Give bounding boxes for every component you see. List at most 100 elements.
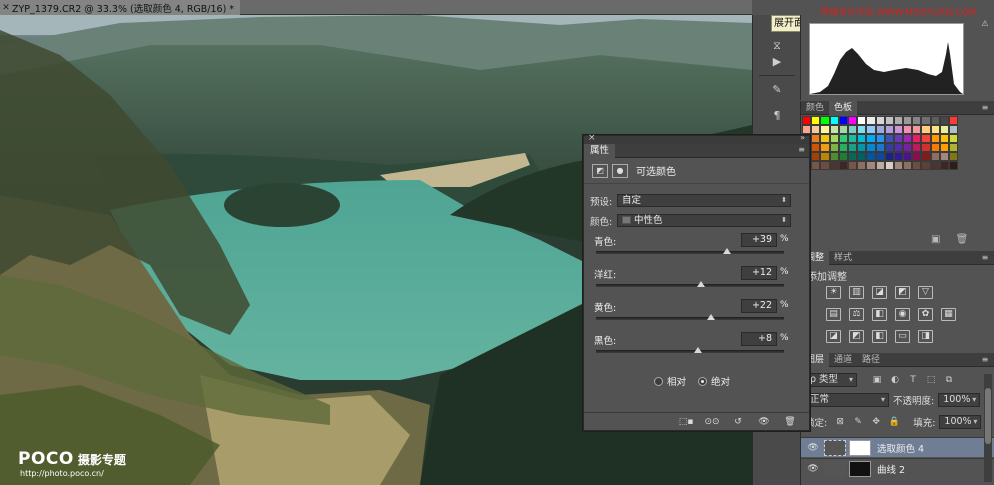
color-swatch[interactable]	[847, 125, 858, 134]
color-swatch[interactable]	[857, 161, 867, 170]
adjustment-icon[interactable]: ◩	[592, 163, 608, 178]
opacity-field[interactable]: 100%	[938, 393, 981, 407]
color-swatch[interactable]	[930, 116, 940, 125]
color-swatch[interactable]	[802, 116, 812, 125]
color-swatch[interactable]	[949, 116, 959, 125]
color-swatch[interactable]	[893, 152, 904, 161]
view-previous-icon[interactable]: ⊙⊙	[703, 415, 721, 429]
color-swatch[interactable]	[847, 143, 858, 152]
document-tab[interactable]: ✕ ZYP_1379.CR2 @ 33.3% (选取颜色 4, RGB/16) …	[0, 0, 240, 15]
panel-menu-icon[interactable]: ≡	[980, 253, 990, 263]
color-swatch[interactable]	[866, 161, 876, 170]
lock-transparent-icon[interactable]: ⊠	[834, 416, 846, 428]
slider-value-field[interactable]: +22	[741, 299, 777, 313]
color-swatch[interactable]	[820, 125, 830, 134]
collapse-icon[interactable]: »	[800, 133, 805, 142]
color-swatch[interactable]	[921, 143, 931, 152]
black-white-icon[interactable]: ◧	[872, 308, 887, 321]
new-swatch-icon[interactable]: ▣	[931, 234, 940, 245]
relative-radio[interactable]: 相对	[654, 374, 686, 388]
photo-filter-icon[interactable]: ◉	[895, 308, 910, 321]
slider-track[interactable]	[596, 281, 784, 287]
color-swatch[interactable]	[866, 152, 876, 161]
color-swatch[interactable]	[829, 134, 839, 143]
color-swatch[interactable]	[949, 152, 959, 161]
color-swatch[interactable]	[866, 125, 876, 134]
color-swatch[interactable]	[912, 161, 922, 170]
color-swatch[interactable]	[939, 143, 949, 152]
color-swatch[interactable]	[893, 161, 904, 170]
color-swatch[interactable]	[939, 161, 949, 170]
panel-menu-icon[interactable]: ≡	[980, 355, 990, 365]
color-swatch[interactable]	[829, 161, 839, 170]
color-swatch[interactable]	[838, 125, 848, 134]
color-swatch[interactable]	[921, 152, 931, 161]
color-swatch[interactable]	[939, 134, 949, 143]
color-swatch[interactable]	[875, 116, 885, 125]
exposure-icon[interactable]: ◩	[895, 286, 910, 299]
radio-indicator[interactable]	[654, 376, 663, 386]
color-balance-icon[interactable]: ⚖	[849, 308, 864, 321]
panel-menu-icon[interactable]: ≡	[980, 103, 990, 113]
color-swatch[interactable]	[930, 125, 940, 134]
color-swatch[interactable]	[847, 134, 858, 143]
slider-value-field[interactable]: +39	[741, 233, 777, 247]
brightness-icon[interactable]: ☀	[826, 286, 841, 299]
brush-icon[interactable]: ✎	[767, 83, 787, 97]
color-swatch[interactable]	[921, 125, 931, 134]
color-swatch[interactable]	[903, 134, 913, 143]
slider-value-field[interactable]: +8	[741, 332, 777, 346]
color-swatch[interactable]	[857, 143, 867, 152]
color-swatch[interactable]	[866, 134, 876, 143]
color-swatch[interactable]	[912, 152, 922, 161]
color-swatch[interactable]	[893, 125, 904, 134]
layer-row[interactable]: 👁 选取颜色 4	[801, 437, 994, 457]
slider-thumb[interactable]	[697, 281, 706, 287]
color-swatch[interactable]	[838, 152, 848, 161]
color-swatch[interactable]	[930, 134, 940, 143]
visibility-eye-icon[interactable]: 👁	[806, 464, 820, 474]
color-swatch[interactable]	[903, 116, 913, 125]
lock-all-icon[interactable]: 🔒	[888, 416, 900, 428]
tab-properties[interactable]: 属性	[584, 144, 616, 158]
color-swatch[interactable]	[829, 152, 839, 161]
color-swatch[interactable]	[857, 134, 867, 143]
color-swatch[interactable]	[829, 116, 839, 125]
vibrance-icon[interactable]: ▽	[918, 286, 933, 299]
posterize-icon[interactable]: ◩	[849, 330, 864, 343]
color-swatch[interactable]	[903, 125, 913, 134]
absolute-radio[interactable]: 绝对	[698, 374, 730, 388]
slider-track[interactable]	[596, 347, 784, 353]
color-swatch[interactable]	[921, 116, 931, 125]
selective-color-icon[interactable]: ◨	[918, 330, 933, 343]
color-swatch[interactable]	[875, 134, 885, 143]
color-swatch[interactable]	[811, 143, 821, 152]
tab-paths[interactable]: 路径	[857, 353, 885, 367]
color-swatch[interactable]	[930, 143, 940, 152]
color-swatch[interactable]	[820, 134, 830, 143]
color-swatch[interactable]	[903, 161, 913, 170]
color-swatch[interactable]	[939, 116, 949, 125]
color-swatch[interactable]	[949, 143, 959, 152]
paragraph-icon[interactable]: ¶	[767, 109, 787, 123]
color-swatch[interactable]	[893, 116, 904, 125]
color-swatch[interactable]	[857, 125, 867, 134]
color-swatch[interactable]	[875, 125, 885, 134]
hue-saturation-icon[interactable]: ▤	[826, 308, 841, 321]
color-swatch[interactable]	[811, 161, 821, 170]
slider-value-field[interactable]: +12	[741, 266, 777, 280]
adjustment-filter-icon[interactable]: ◐	[889, 374, 901, 386]
layer-row[interactable]: 👁 曲线 2	[801, 458, 994, 478]
color-swatch[interactable]	[875, 161, 885, 170]
color-swatch[interactable]	[949, 161, 959, 170]
color-swatch[interactable]	[884, 134, 894, 143]
radio-indicator[interactable]	[698, 376, 708, 386]
type-filter-icon[interactable]: T	[907, 374, 919, 386]
color-swatch[interactable]	[884, 161, 894, 170]
color-swatch[interactable]	[811, 152, 821, 161]
color-swatch[interactable]	[930, 152, 940, 161]
channel-mixer-icon[interactable]: ✿	[918, 308, 933, 321]
color-swatch[interactable]	[949, 134, 959, 143]
gradient-map-icon[interactable]: ▭	[895, 330, 910, 343]
color-swatch[interactable]	[847, 161, 858, 170]
